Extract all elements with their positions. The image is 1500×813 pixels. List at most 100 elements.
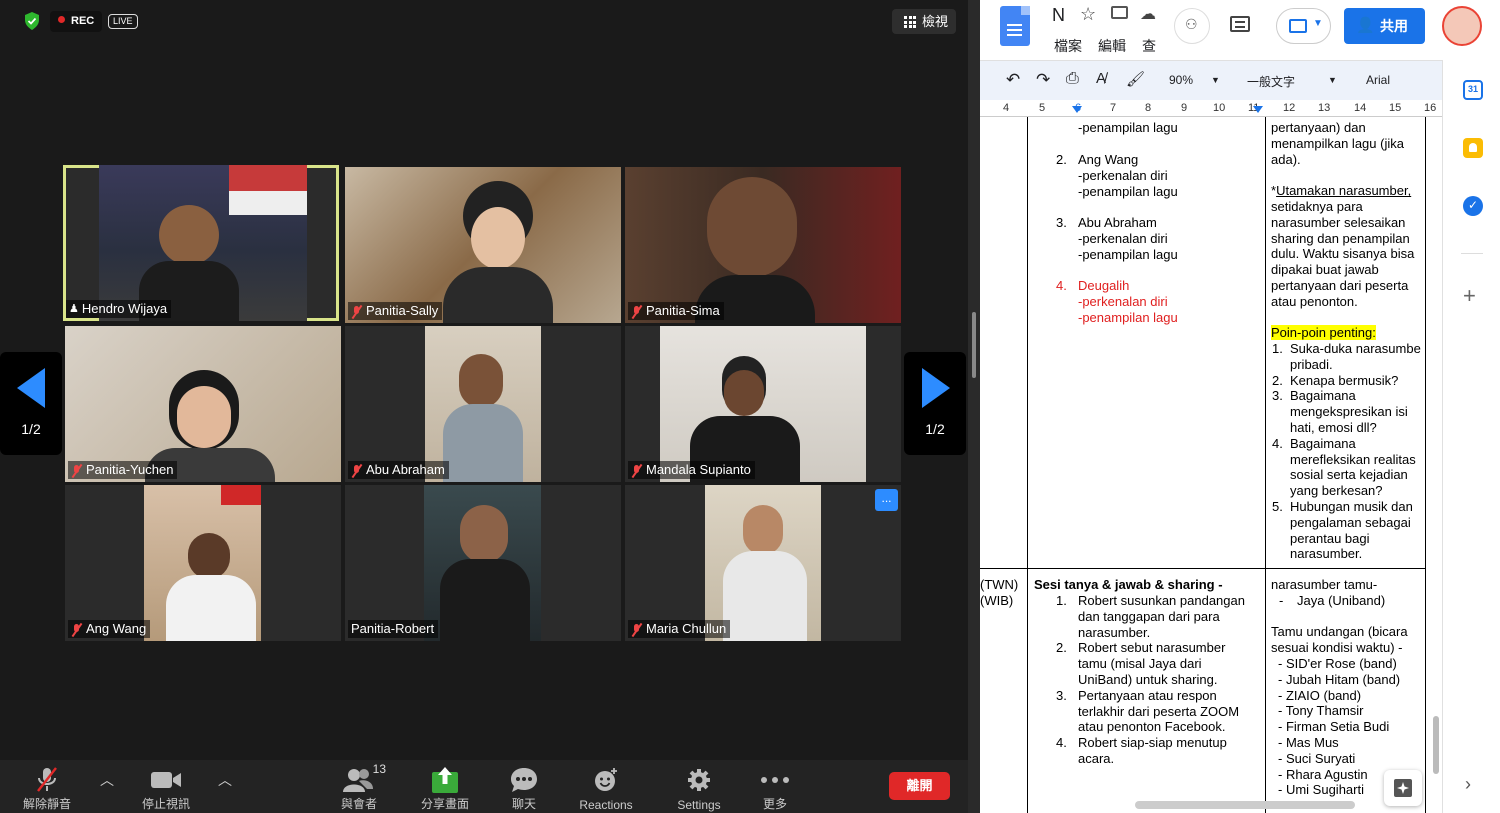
participants-button[interactable]: 13 與會者: [330, 760, 388, 813]
invite-line: Tamu undangan (bicara: [1271, 624, 1408, 640]
unmute-button[interactable]: 解除靜音: [14, 760, 80, 813]
list-line: acara.: [1078, 750, 1115, 766]
view-button[interactable]: 檢視: [892, 9, 956, 34]
formatting-toolbar: ↶ ↷ ⎙ A̸ 🖌 90% ▼ 一般文字 ▼ Arial: [980, 60, 1442, 100]
more-button[interactable]: 更多: [752, 760, 798, 813]
program-list-item: 2. Ang Wang -perkenalan diri -penampilan …: [1056, 152, 1178, 199]
chevron-right-icon[interactable]: ›: [1465, 774, 1471, 795]
user-avatar[interactable]: [1442, 6, 1482, 46]
settings-button[interactable]: Settings: [668, 760, 730, 813]
horizontal-scrollbar[interactable]: [1135, 801, 1355, 809]
guests-block: narasumber tamu- - Jaya (Uniband) Tamu un…: [1271, 577, 1408, 656]
participant-name: Panitia-Sima: [646, 303, 720, 318]
print-icon[interactable]: ⎙: [1066, 70, 1079, 88]
list-line: -penampilan lagu: [1078, 246, 1178, 262]
list-line: merefleksikan realitas: [1290, 451, 1416, 467]
list-number: 1.: [1056, 593, 1067, 608]
comment-history-icon[interactable]: [1230, 16, 1250, 32]
indent-marker-icon[interactable]: [1072, 106, 1082, 113]
rec-label: REC: [71, 15, 95, 27]
meet-present-icon[interactable]: ⚇: [1174, 8, 1210, 44]
video-tile-panitia-yuchen[interactable]: Panitia-Yuchen: [65, 326, 341, 482]
vertical-scrollbar[interactable]: [1433, 716, 1439, 774]
participant-name: Hendro Wijaya: [81, 301, 168, 316]
share-button[interactable]: 👤 共用: [1344, 8, 1425, 44]
ruler[interactable]: 4 5 6 7 8 9 10 11 12 13 14 15 16: [980, 100, 1442, 117]
explore-button[interactable]: [1384, 770, 1422, 806]
undo-icon[interactable]: ↶: [1006, 70, 1020, 90]
share-screen-label: 分享畫面: [420, 797, 469, 811]
calendar-icon[interactable]: 31: [1463, 80, 1483, 100]
ruler-tick: 8: [1145, 102, 1152, 114]
tile-more-options-button[interactable]: ...: [875, 489, 898, 511]
present-button[interactable]: ▼: [1276, 8, 1331, 44]
keep-icon[interactable]: [1463, 138, 1483, 158]
video-tile-panitia-robert[interactable]: Panitia-Robert: [345, 485, 621, 641]
arrow-right-icon: [922, 368, 950, 408]
audio-options-chevron-icon[interactable]: ︿: [100, 770, 114, 790]
add-addon-plus-icon[interactable]: +: [1463, 285, 1476, 307]
video-options-chevron-icon[interactable]: ︿: [218, 770, 232, 790]
live-label: LIVE: [113, 16, 133, 26]
video-tile-hendro-wijaya[interactable]: ♟ Hendro Wijaya: [63, 165, 339, 321]
present-upload-icon: [1289, 19, 1307, 33]
list-line: Deugalih: [1078, 278, 1130, 293]
video-tile-ang-wang[interactable]: Ang Wang: [65, 485, 341, 641]
chat-button[interactable]: 聊天: [498, 760, 550, 813]
participant-name-tag: Panitia-Robert: [348, 620, 439, 638]
chevron-down-icon[interactable]: ▼: [1328, 75, 1337, 85]
guests-title: narasumber tamu-: [1271, 577, 1378, 592]
list-number: 3.: [1056, 215, 1067, 230]
indent-marker-icon[interactable]: [1253, 106, 1263, 113]
participant-name: Maria Chullun: [646, 621, 727, 636]
docs-logo-icon[interactable]: [1000, 6, 1030, 46]
note-line: setidaknya para: [1271, 198, 1363, 214]
leave-meeting-button[interactable]: 離開: [889, 772, 950, 800]
reactions-button[interactable]: Reactions: [572, 760, 640, 813]
participant-name-tag: Maria Chullun: [628, 620, 731, 638]
document-page[interactable]: -penampilan lagu 2. Ang Wang -perkenalan …: [980, 117, 1442, 813]
explore-sparkle-icon: [1394, 779, 1412, 797]
page-indicator: 1/2: [925, 421, 945, 437]
tasks-icon[interactable]: ✓: [1463, 196, 1483, 216]
meeting-toolbar: 解除靜音 ︿ 停止視訊 ︿ 13 與會者 分享畫面 聊天 Reactions S…: [0, 760, 968, 813]
chevron-down-icon[interactable]: ▼: [1211, 75, 1220, 85]
cloud-status-icon[interactable]: ☁: [1140, 4, 1156, 24]
docs-header: N ☆ ☁ 檔案 編輯 查 ⚇ ▼ 👤 共用: [980, 0, 1500, 60]
video-tile-panitia-sally[interactable]: Panitia-Sally: [345, 167, 621, 323]
menu-edit[interactable]: 編輯: [1098, 36, 1126, 56]
move-folder-icon[interactable]: [1111, 6, 1128, 19]
encryption-shield-icon[interactable]: [22, 11, 42, 31]
ruler-tick: 15: [1389, 102, 1402, 114]
speaking-person-icon: ♟: [69, 303, 79, 315]
participant-name-tag: Panitia-Sally: [348, 302, 443, 320]
window-split-divider[interactable]: [968, 0, 980, 813]
session-title: Sesi tanya & jawab & sharing -: [1034, 577, 1223, 592]
video-tile-mandala-supianto[interactable]: Mandala Supianto: [625, 326, 901, 482]
smiley-reaction-icon: [572, 766, 640, 794]
stop-video-button[interactable]: 停止視訊: [134, 760, 198, 813]
zoom-select[interactable]: 90%: [1169, 73, 1193, 87]
resize-handle[interactable]: [972, 312, 976, 378]
share-screen-button[interactable]: 分享畫面: [414, 760, 476, 813]
redo-icon[interactable]: ↷: [1036, 70, 1050, 90]
menu-file[interactable]: 檔案: [1054, 36, 1082, 56]
invited-guest: Suci Suryati: [1285, 750, 1356, 766]
spellcheck-icon[interactable]: A̸: [1096, 70, 1106, 87]
font-select[interactable]: Arial: [1366, 73, 1390, 87]
paragraph-style-select[interactable]: 一般文字: [1247, 73, 1295, 90]
video-tile-maria-chullun[interactable]: Maria Chullun: [625, 485, 901, 641]
previous-page-button[interactable]: 1/2: [0, 352, 62, 455]
star-icon[interactable]: ☆: [1080, 4, 1096, 25]
ruler-tick: 10: [1213, 102, 1226, 114]
live-badge[interactable]: LIVE: [108, 14, 138, 29]
video-tile-abu-abraham[interactable]: Abu Abraham: [345, 326, 621, 482]
settings-label: Settings: [677, 798, 721, 812]
next-page-button[interactable]: 1/2: [904, 352, 966, 455]
paint-format-icon[interactable]: 🖌: [1126, 70, 1145, 88]
recording-indicator[interactable]: REC: [50, 11, 103, 32]
document-title[interactable]: N: [1052, 5, 1065, 26]
page-indicator: 1/2: [21, 421, 41, 437]
video-tile-panitia-sima[interactable]: Panitia-Sima: [625, 167, 901, 323]
menu-view[interactable]: 查: [1142, 36, 1156, 56]
